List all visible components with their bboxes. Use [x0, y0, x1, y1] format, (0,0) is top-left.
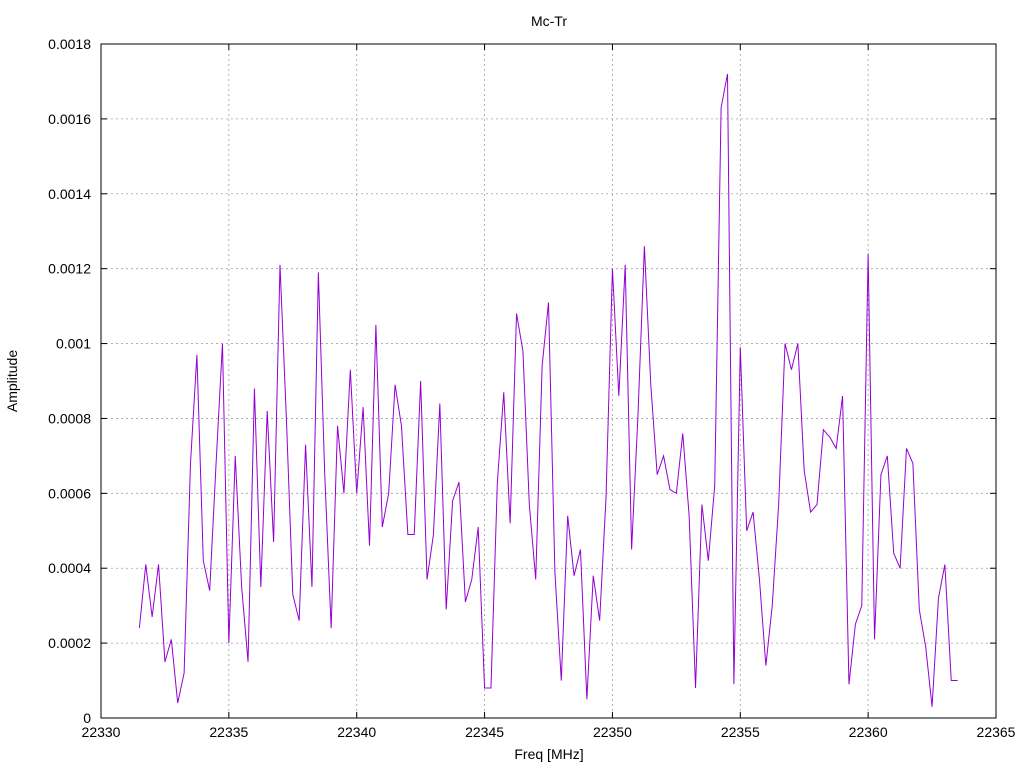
x-tick-label: 22345: [465, 724, 504, 740]
y-tick-label: 0: [83, 710, 91, 726]
y-tick-label: 0.0012: [48, 261, 91, 277]
series-line: [138, 73, 958, 707]
line-chart: 22330 22335 22340 22345 22350 22355 22360 22365…: [4, 13, 1016, 762]
y-tick-label: 0.0016: [48, 111, 91, 127]
x-tick-label: 22350: [593, 724, 632, 740]
y-tick-label: 0.0014: [48, 186, 91, 202]
x-tick-label: 22355: [721, 724, 760, 740]
x-tick-label: 22340: [337, 724, 376, 740]
x-tick-label: 22330: [82, 724, 121, 740]
grid-layer: [101, 44, 996, 718]
y-tick-label: 0.0002: [48, 635, 91, 651]
x-axis-label: Freq [MHz]: [514, 746, 583, 762]
y-tick-label: 0.0008: [48, 410, 91, 426]
chart-container: 22330 22335 22340 22345 22350 22355 22360 22365…: [0, 0, 1024, 768]
x-tick-label: 22360: [849, 724, 888, 740]
x-tick-label: 22365: [977, 724, 1016, 740]
chart-title: Mc-Tr: [531, 13, 567, 29]
y-tick-label: 0.0018: [48, 36, 91, 52]
x-tick-label: 22335: [209, 724, 248, 740]
y-tick-label: 0.0006: [48, 485, 91, 501]
y-axis-label: Amplitude: [4, 350, 20, 412]
tick-layer: [100, 43, 997, 719]
series-layer: [138, 73, 958, 707]
y-tick-label: 0.0004: [48, 560, 91, 576]
plot-frame: [100, 43, 997, 719]
y-tick-label: 0.001: [56, 336, 91, 352]
